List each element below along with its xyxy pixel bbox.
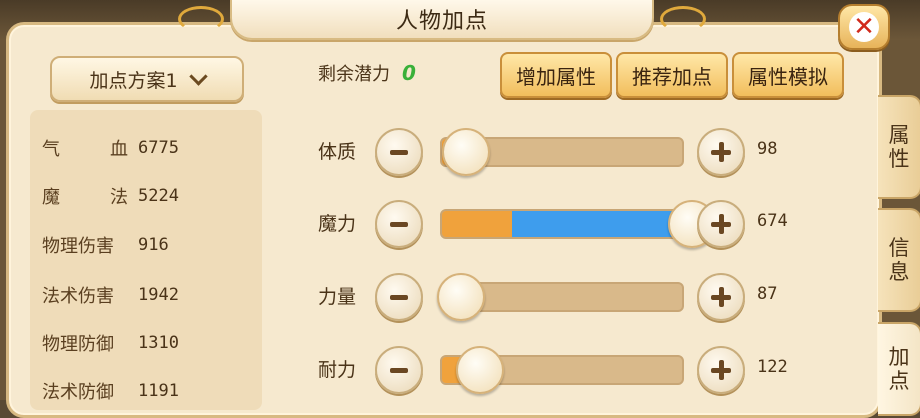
side-tab[interactable]: 加点	[878, 322, 920, 416]
stat-row: 物理伤害 916	[42, 230, 169, 260]
stat-row: 魔法 5224	[42, 181, 179, 211]
attribute-value: 674	[757, 211, 788, 231]
decrease-button[interactable]	[375, 346, 423, 394]
side-tab-char: 加	[888, 344, 910, 369]
side-tab[interactable]: 属性	[878, 95, 920, 199]
side-tab-char: 性	[888, 147, 910, 171]
title-left-ornament-icon	[178, 6, 224, 32]
attribute-row: 魔力	[318, 197, 374, 247]
page-title: 人物加点	[395, 9, 488, 34]
plus-icon	[711, 214, 731, 234]
title-right-ornament-icon	[660, 6, 706, 32]
plan-dropdown-label: 加点方案1	[89, 69, 178, 92]
stat-name: 气血	[42, 139, 128, 160]
decrease-button[interactable]	[375, 128, 423, 176]
attribute-row: 体质	[318, 125, 374, 175]
plus-icon	[711, 287, 731, 307]
minus-icon	[390, 149, 408, 155]
close-icon: ✕	[849, 12, 879, 42]
attribute-slider-track[interactable]	[440, 209, 684, 239]
attribute-simulate-button[interactable]: 属性模拟	[732, 52, 844, 98]
stat-row: 物理防御 1310	[42, 328, 179, 358]
side-tab-char: 点	[888, 369, 910, 393]
stat-value: 1191	[138, 381, 179, 401]
stat-name: 物理防御	[42, 334, 114, 355]
increase-button[interactable]	[697, 346, 745, 394]
increase-button[interactable]	[697, 128, 745, 176]
increase-button[interactable]	[697, 273, 745, 321]
side-tab[interactable]: 信息	[878, 208, 920, 312]
stat-name: 魔法	[42, 187, 128, 208]
attribute-name: 体质	[318, 140, 357, 163]
add-attribute-button[interactable]: 增加属性	[500, 52, 612, 98]
stat-value: 1942	[138, 285, 179, 305]
slider-allocated-fill	[512, 211, 682, 237]
stat-value: 1310	[138, 333, 179, 353]
side-tab-char: 息	[888, 260, 910, 284]
decrease-button[interactable]	[375, 200, 423, 248]
slider-base-fill	[442, 211, 512, 237]
decrease-button[interactable]	[375, 273, 423, 321]
minus-icon	[390, 367, 408, 373]
minus-icon	[390, 294, 408, 300]
title-bar: 人物加点	[230, 0, 654, 40]
increase-button[interactable]	[697, 200, 745, 248]
stat-value: 6775	[138, 138, 179, 158]
recommend-points-button[interactable]: 推荐加点	[616, 52, 728, 98]
plus-icon	[711, 360, 731, 380]
stat-row: 法术防御 1191	[42, 376, 179, 406]
attribute-value: 98	[757, 139, 778, 159]
side-tab-char: 属	[888, 122, 910, 147]
attribute-value: 122	[757, 357, 788, 377]
stat-value: 916	[138, 235, 169, 255]
remaining-label: 剩余潜力	[318, 64, 390, 85]
attribute-name: 力量	[318, 285, 357, 308]
attribute-row: 力量	[318, 270, 374, 320]
remaining-value: 0	[402, 61, 416, 85]
plus-icon	[711, 142, 731, 162]
side-tab-char: 信	[888, 235, 910, 260]
attribute-row: 耐力	[318, 343, 374, 393]
slider-handle[interactable]	[437, 273, 485, 321]
remaining-potential: 剩余潜力 0	[318, 60, 416, 86]
stat-name: 法术防御	[42, 382, 114, 403]
stat-row: 气血 6775	[42, 133, 179, 163]
close-button[interactable]: ✕	[838, 4, 890, 50]
minus-icon	[390, 221, 408, 227]
chevron-down-icon	[188, 66, 208, 86]
attribute-value: 87	[757, 284, 778, 304]
slider-handle[interactable]	[442, 128, 490, 176]
stat-name: 物理伤害	[42, 236, 114, 257]
attribute-name: 耐力	[318, 358, 357, 381]
plan-dropdown[interactable]: 加点方案1	[50, 56, 244, 102]
slider-handle[interactable]	[456, 346, 504, 394]
stat-name: 法术伤害	[42, 286, 114, 307]
stat-value: 5224	[138, 186, 179, 206]
attribute-name: 魔力	[318, 212, 357, 235]
stat-row: 法术伤害 1942	[42, 280, 179, 310]
